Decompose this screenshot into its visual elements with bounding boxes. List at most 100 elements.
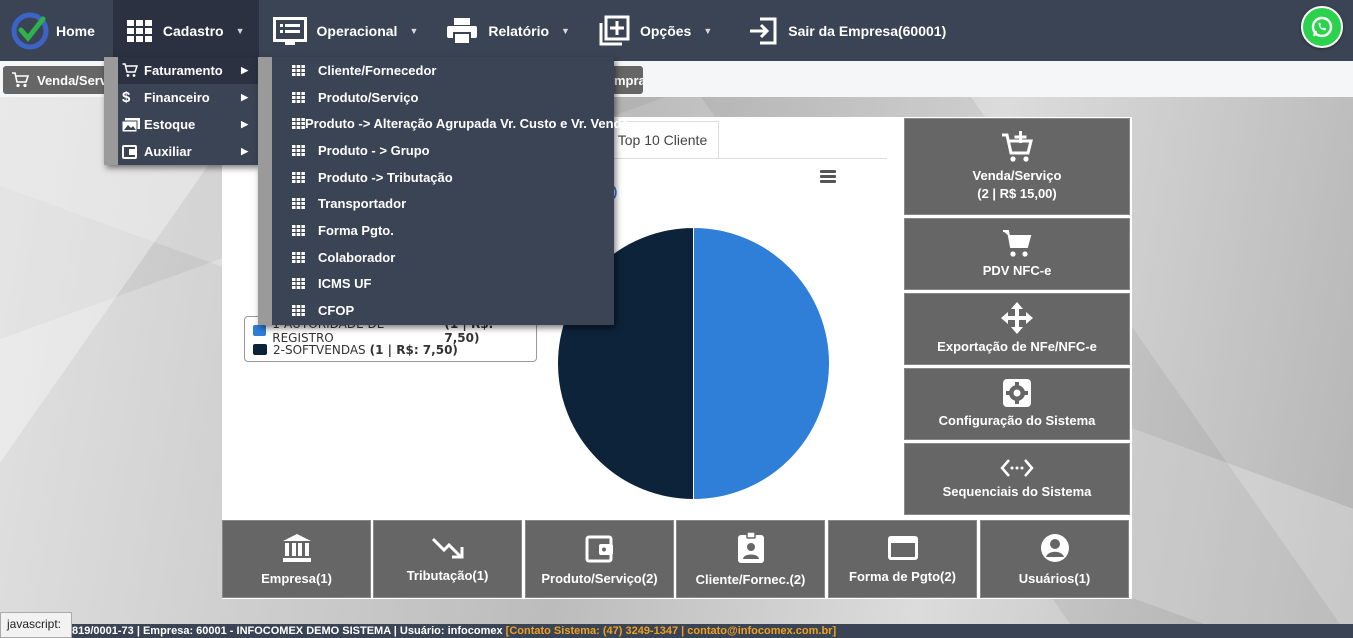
code-arrows-icon bbox=[1000, 457, 1034, 479]
nav-operacional[interactable]: Operacional ▼ bbox=[259, 0, 433, 61]
nav-home[interactable]: Home bbox=[50, 0, 109, 61]
tile-configuracao[interactable]: Configuração do Sistema bbox=[904, 368, 1130, 440]
menu-auxiliar-label: Auxiliar bbox=[144, 144, 192, 159]
faturamento-submenu: Cliente/Fornecedor Produto/Serviço Produto… bbox=[258, 57, 629, 325]
menu-estoque[interactable]: Estoque ▶ bbox=[104, 111, 258, 138]
tile-forma-pgto[interactable]: Forma de Pgto(2) bbox=[828, 520, 977, 598]
nav-sair[interactable]: Sair da Empresa(60001) bbox=[734, 0, 960, 61]
tile-forma-label: Forma de Pgto(2) bbox=[849, 568, 956, 584]
submenu-gutter bbox=[258, 57, 272, 325]
photos-icon bbox=[122, 117, 144, 132]
cart-icon bbox=[1002, 228, 1032, 258]
tile-pdv-label: PDV NFC-e bbox=[982, 263, 1052, 278]
chevron-down-icon: ▼ bbox=[561, 25, 570, 36]
chevron-right-icon: ▶ bbox=[241, 65, 248, 75]
logo-icon[interactable] bbox=[10, 11, 50, 51]
wallet-icon bbox=[585, 533, 615, 563]
submenu-item-label: Produto -> Tributação bbox=[318, 169, 453, 185]
legend-label: 2-SOFTVENDAS bbox=[273, 342, 366, 357]
printer-icon bbox=[446, 17, 478, 45]
legend-swatch bbox=[253, 344, 267, 355]
nav-sair-label: Sair da Empresa(60001) bbox=[788, 22, 947, 39]
menu-faturamento-label: Faturamento bbox=[144, 63, 223, 78]
submenu-item[interactable]: Produto - > Grupo bbox=[272, 137, 614, 164]
grid-icon bbox=[292, 251, 318, 263]
cart-plus-icon bbox=[1001, 130, 1033, 163]
top-navbar: Home Cadastro ▼ Operacional ▼ Relatório … bbox=[0, 0, 1353, 61]
submenu-item-label: Cliente/Fornecedor bbox=[318, 62, 437, 78]
submenu-item-label: Colaborador bbox=[318, 249, 396, 265]
chart-menu-icon[interactable] bbox=[820, 170, 836, 184]
submenu-item-label: Transportador bbox=[318, 196, 407, 212]
pie-slice-1[interactable] bbox=[693, 226, 830, 501]
submenu-item[interactable]: Produto -> Alteração Agrupada Vr. Custo … bbox=[272, 110, 629, 137]
cadastro-dropdown: Faturamento ▶ $ Financeiro ▶ Estoque ▶ A… bbox=[104, 57, 258, 165]
move-arrows-icon bbox=[1001, 302, 1033, 334]
tile-empresa[interactable]: Empresa(1) bbox=[222, 520, 371, 598]
grid-icon bbox=[292, 224, 318, 236]
tile-usuarios[interactable]: Usuários(1) bbox=[980, 520, 1129, 598]
quick-compra-label: mpra bbox=[614, 72, 646, 88]
tile-produto-label: Produto/Serviço(2) bbox=[541, 570, 658, 586]
submenu-item[interactable]: CFOP bbox=[272, 297, 614, 324]
list-icon bbox=[272, 16, 307, 45]
nav-cadastro[interactable]: Cadastro ▼ bbox=[112, 0, 259, 61]
nav-opcoes[interactable]: Opções ▼ bbox=[584, 0, 726, 61]
tab-top10-label: Top 10 Cliente bbox=[617, 132, 708, 148]
chevron-down-icon: ▼ bbox=[409, 25, 419, 36]
tile-sequenciais-label: Sequenciais do Sistema bbox=[942, 484, 1092, 499]
credit-card-icon bbox=[887, 535, 919, 561]
grid-icon bbox=[292, 91, 318, 103]
grid-icon bbox=[292, 118, 305, 130]
menu-financeiro[interactable]: $ Financeiro ▶ bbox=[104, 84, 258, 111]
wallet-icon bbox=[122, 144, 144, 159]
exit-icon bbox=[748, 17, 778, 45]
plus-square-icon bbox=[598, 15, 630, 47]
tile-usuarios-label: Usuários(1) bbox=[1018, 570, 1091, 586]
nav-relatorio[interactable]: Relatório ▼ bbox=[432, 0, 584, 61]
grid-icon bbox=[292, 198, 318, 210]
submenu-item[interactable]: ICMS UF bbox=[272, 271, 614, 298]
submenu-item[interactable]: Produto -> Tributação bbox=[272, 164, 614, 191]
tile-cliente-fornec[interactable]: Cliente/Fornec.(2) bbox=[676, 520, 825, 598]
submenu-item[interactable]: Cliente/Fornecedor bbox=[272, 57, 614, 84]
quick-compra-button[interactable]: mpra bbox=[612, 66, 646, 94]
trending-down-icon bbox=[431, 536, 464, 560]
tile-empresa-label: Empresa(1) bbox=[261, 570, 332, 586]
status-footer: 819/0001-73 | Empresa: 60001 - INFOCOMEX… bbox=[0, 624, 1353, 638]
nav-operacional-label: Operacional bbox=[316, 22, 398, 39]
nav-opcoes-label: Opções bbox=[639, 22, 692, 39]
submenu-item[interactable]: Forma Pgto. bbox=[272, 217, 614, 244]
submenu-item[interactable]: Produto/Serviço bbox=[272, 84, 614, 111]
footer-contact[interactable]: [Contato Sistema: (47) 3249-1347 | conta… bbox=[506, 625, 836, 637]
tile-produto-servico[interactable]: Produto/Serviço(2) bbox=[525, 520, 674, 598]
id-badge-icon bbox=[737, 531, 765, 564]
quick-venda-button[interactable]: Venda/Serv bbox=[3, 66, 113, 94]
chevron-down-icon: ▼ bbox=[703, 25, 713, 36]
chevron-right-icon: ▶ bbox=[241, 119, 248, 129]
chevron-right-icon: ▶ bbox=[241, 146, 248, 156]
nav-home-label: Home bbox=[56, 22, 95, 39]
whatsapp-icon[interactable] bbox=[1301, 6, 1343, 48]
tile-venda-label: Venda/Serviço bbox=[972, 167, 1062, 183]
grid-icon bbox=[292, 144, 318, 156]
tile-venda-servico[interactable]: Venda/Serviço (2 | R$ 15,00) bbox=[904, 118, 1130, 215]
grid-icon bbox=[292, 278, 318, 290]
submenu-item-label: Produto - > Grupo bbox=[318, 142, 430, 158]
chevron-right-icon: ▶ bbox=[241, 92, 248, 102]
tile-exportacao[interactable]: Exportação de NFe/NFC-e bbox=[904, 293, 1130, 365]
submenu-item[interactable]: Transportador bbox=[272, 190, 614, 217]
tile-tributacao[interactable]: Tributação(1) bbox=[373, 520, 522, 598]
tile-pdv-nfce[interactable]: PDV NFC-e bbox=[904, 218, 1130, 290]
tile-sequenciais[interactable]: Sequenciais do Sistema bbox=[904, 443, 1130, 515]
submenu-item[interactable]: Colaborador bbox=[272, 244, 614, 271]
legend-value: (1 | R$: 7,50) bbox=[369, 342, 458, 357]
nav-relatorio-label: Relatório bbox=[488, 22, 550, 39]
menu-faturamento[interactable]: Faturamento ▶ bbox=[104, 57, 258, 84]
gear-icon bbox=[1002, 378, 1032, 408]
cart-icon bbox=[122, 63, 144, 78]
menu-auxiliar[interactable]: Auxiliar ▶ bbox=[104, 138, 258, 165]
quick-venda-label: Venda/Serv bbox=[37, 72, 108, 88]
user-circle-icon bbox=[1040, 533, 1070, 563]
menu-estoque-label: Estoque bbox=[144, 117, 196, 132]
